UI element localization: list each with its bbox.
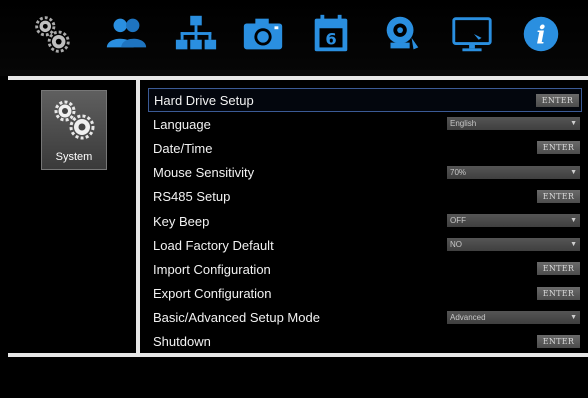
enter-button[interactable]: ENTER [537,286,580,300]
settings-gears-icon[interactable] [28,10,76,58]
setting-row-mouse-sensitivity[interactable]: Mouse Sensitivity 70% ▼ [148,161,582,185]
dropdown-value: NO [450,240,462,250]
mouse-sensitivity-dropdown[interactable]: 70% ▼ [447,165,580,179]
top-toolbar: 6 i [0,0,588,76]
language-dropdown[interactable]: English ▼ [447,117,580,131]
settings-list: Hard Drive Setup ENTER Language English … [148,88,582,354]
monitor-display-icon[interactable] [448,10,496,58]
setting-label: Date/Time [153,140,213,156]
setting-row-load-factory-default[interactable]: Load Factory Default NO ▼ [148,233,582,257]
camera-icon[interactable] [239,10,287,58]
setting-label: Import Configuration [153,261,271,277]
dropdown-value: Advanced [450,312,486,322]
network-icon[interactable] [172,10,220,58]
chevron-down-icon: ▼ [570,216,577,224]
key-beep-dropdown[interactable]: OFF ▼ [447,213,580,227]
setting-label: Load Factory Default [153,237,274,253]
setting-label: Language [153,116,211,132]
setting-row-rs485-setup[interactable]: RS485 Setup ENTER [148,185,582,209]
setting-label: RS485 Setup [153,189,231,205]
chevron-down-icon: ▼ [570,241,577,249]
users-icon[interactable] [102,10,150,58]
setting-row-date-time[interactable]: Date/Time ENTER [148,136,582,160]
setting-label: Shutdown [153,334,211,350]
panel-top-divider [8,76,588,80]
setting-row-import-configuration[interactable]: Import Configuration ENTER [148,257,582,281]
enter-button[interactable]: ENTER [537,189,580,203]
setting-label: Hard Drive Setup [154,92,254,108]
setting-label: Basic/Advanced Setup Mode [153,310,320,326]
alarm-bell-icon[interactable] [378,10,426,58]
sidebar-item-label: System [55,151,93,163]
gears-icon [54,100,95,140]
dropdown-value: OFF [450,215,466,225]
setting-label: Mouse Sensitivity [153,165,255,181]
info-icon[interactable]: i [517,10,565,58]
enter-button[interactable]: ENTER [537,141,580,155]
setting-row-shutdown[interactable]: Shutdown ENTER [148,330,582,354]
chevron-down-icon: ▼ [570,168,577,176]
setting-row-key-beep[interactable]: Key Beep OFF ▼ [148,209,582,233]
svg-text:i: i [536,21,545,50]
setting-row-export-configuration[interactable]: Export Configuration ENTER [148,282,582,306]
dropdown-value: English [450,119,477,129]
setting-label: Export Configuration [153,286,272,302]
setting-row-setup-mode[interactable]: Basic/Advanced Setup Mode Advanced ▼ [148,306,582,330]
enter-button[interactable]: ENTER [537,334,580,348]
load-factory-default-dropdown[interactable]: NO ▼ [447,238,580,252]
setup-mode-dropdown[interactable]: Advanced ▼ [447,310,580,324]
chevron-down-icon: ▼ [570,120,577,128]
panel-vertical-divider [136,80,140,354]
calendar-schedule-icon[interactable]: 6 [307,10,355,58]
dropdown-value: 70% [450,167,467,177]
enter-button[interactable]: ENTER [537,262,580,276]
svg-text:6: 6 [325,30,336,49]
sidebar-item-system[interactable]: System [41,90,107,170]
setting-label: Key Beep [153,213,210,229]
setting-row-hard-drive-setup[interactable]: Hard Drive Setup ENTER [148,88,582,113]
enter-button[interactable]: ENTER [536,94,579,107]
chevron-down-icon: ▼ [570,313,577,321]
setting-row-language[interactable]: Language English ▼ [148,112,582,136]
